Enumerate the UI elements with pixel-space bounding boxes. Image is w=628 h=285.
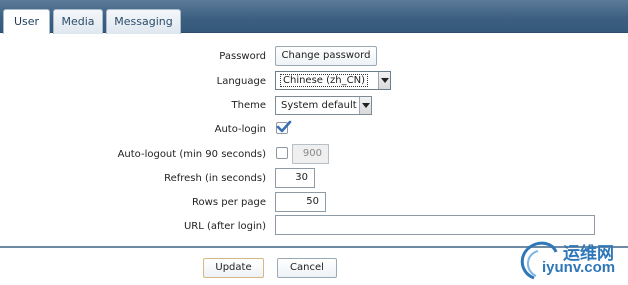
- theme-label: Theme: [231, 100, 267, 111]
- chevron-down-icon: [359, 97, 371, 114]
- tab-media[interactable]: Media: [53, 9, 103, 34]
- rows-per-page-label: Rows per page: [192, 197, 266, 208]
- tab-messaging[interactable]: Messaging: [106, 9, 181, 34]
- checkmark-icon: [276, 120, 292, 133]
- refresh-input[interactable]: 30: [275, 168, 315, 188]
- url-label: URL (after login): [183, 221, 266, 232]
- rows-per-page-input[interactable]: 50: [275, 192, 326, 212]
- language-select[interactable]: Chinese (zh_CN): [275, 71, 391, 90]
- watermark-logo: 运维网 iyunv.com: [512, 236, 628, 285]
- user-profile-form: Password Change password Language Chines…: [0, 34, 628, 246]
- tab-user[interactable]: User: [3, 9, 50, 35]
- tab-bar: User Media Messaging: [0, 0, 628, 35]
- theme-select-value: System default: [281, 100, 357, 111]
- cancel-button[interactable]: Cancel: [277, 258, 337, 278]
- autologout-checkbox[interactable]: [276, 147, 288, 159]
- theme-select[interactable]: System default: [275, 96, 372, 115]
- change-password-button[interactable]: Change password: [275, 46, 377, 66]
- update-button[interactable]: Update: [203, 258, 264, 278]
- password-label: Password: [219, 51, 266, 62]
- autologin-checkbox[interactable]: [276, 120, 292, 134]
- language-label: Language: [216, 76, 266, 87]
- watermark-line2: iyunv.com: [542, 259, 616, 276]
- autologout-input: 900: [292, 144, 329, 164]
- autologin-label: Auto-login: [214, 124, 266, 135]
- refresh-label: Refresh (in seconds): [164, 173, 266, 184]
- language-select-value: Chinese (zh_CN): [280, 74, 368, 87]
- chevron-down-icon: [378, 72, 390, 89]
- autologout-label: Auto-logout (min 90 seconds): [117, 149, 266, 160]
- url-input[interactable]: [275, 215, 595, 235]
